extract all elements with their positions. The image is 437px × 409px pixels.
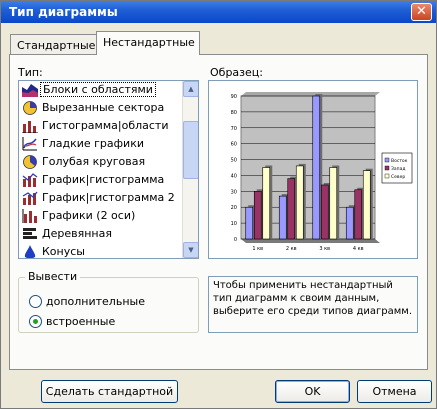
y-tick-label: 20 <box>231 205 237 211</box>
window-title: Тип диаграммы <box>9 5 118 19</box>
bar <box>320 184 329 240</box>
scroll-thumb[interactable] <box>183 121 198 179</box>
close-button[interactable]: ✕ <box>411 3 432 21</box>
sample-label: Образец: <box>210 66 263 79</box>
bar <box>362 170 371 240</box>
legend-label: Запад <box>391 166 405 172</box>
list-item-label: Гладкие графики <box>42 137 144 150</box>
list-item-line-column-2[interactable]: График|гистограмма 2 <box>20 189 182 206</box>
legend-swatch <box>384 165 390 171</box>
y-tick-label: 90 <box>231 94 237 100</box>
wooden-icon <box>23 228 37 239</box>
y-tick-label: 10 <box>231 221 237 227</box>
list-item-label: Гистограмма|области <box>42 119 169 132</box>
bar <box>295 165 304 240</box>
list-item-label: График|гистограмма 2 <box>42 191 175 204</box>
x-tick-label: 4 кв <box>353 246 364 252</box>
bar <box>253 191 262 240</box>
legend-label: Восток <box>391 158 408 164</box>
radio-embedded[interactable] <box>29 315 42 328</box>
scroll-up-button[interactable]: ▲ <box>183 81 198 97</box>
list-item-label: Блоки с областями <box>40 82 156 97</box>
list-item-cones[interactable]: Конусы <box>20 243 182 258</box>
y-tick-label: 80 <box>231 110 237 116</box>
bar <box>278 195 287 240</box>
column-area-icon <box>22 121 38 133</box>
list-item-blue-pie[interactable]: Голубая круговая <box>20 153 182 170</box>
list-item-area-blocks[interactable]: Блоки с областями <box>20 81 182 98</box>
legend-swatch <box>384 173 390 179</box>
tab-standard[interactable]: Стандартные <box>10 34 97 54</box>
plot-floor <box>241 239 380 243</box>
exploded-pie-icon <box>23 101 37 115</box>
list-item-label: Вырезанные сектора <box>42 101 165 114</box>
output-group-title: Вывести <box>25 270 81 283</box>
bar <box>312 95 321 240</box>
chart-type-dialog: Тип диаграммы ✕ Стандартные Нестандартны… <box>0 0 437 409</box>
bar <box>345 206 354 240</box>
radio-embedded-label[interactable]: встроенные <box>46 315 115 328</box>
plot-top-wall <box>241 92 380 96</box>
list-item-smooth-lines[interactable]: Гладкие графики <box>20 135 182 152</box>
radio-separate[interactable] <box>29 295 42 308</box>
bar <box>245 206 254 240</box>
y-tick-label: 50 <box>231 158 237 164</box>
title-bar[interactable]: Тип диаграммы ✕ <box>1 1 436 23</box>
radio-separate-label[interactable]: дополнительные <box>46 295 145 308</box>
make-default-button[interactable]: Сделать стандартной <box>41 380 178 403</box>
line-column-icon <box>22 173 38 187</box>
bar <box>262 167 271 240</box>
bar <box>354 189 363 240</box>
area-blocks-icon <box>22 84 38 97</box>
description-text: Чтобы применить нестандартный тип диагра… <box>208 276 418 333</box>
type-label: Тип: <box>18 66 43 79</box>
blue-pie-icon <box>23 155 37 169</box>
list-item-two-axes[interactable]: Графики (2 оси) <box>20 207 182 224</box>
list-scrollbar[interactable]: ▲ ▼ <box>182 81 198 258</box>
y-tick-label: 60 <box>231 142 237 148</box>
legend-swatch <box>384 157 390 163</box>
chart-type-list[interactable]: Блоки с областями Вырезанные сектора Гис… <box>18 80 199 259</box>
list-item-column-area[interactable]: Гистограмма|области <box>20 117 182 134</box>
y-tick-label: 40 <box>231 173 237 179</box>
cones-icon <box>24 245 36 258</box>
bar <box>329 167 338 240</box>
sample-chart: 0 10 20 30 40 50 60 70 80 90 1 кв 2 кв 3 кв 4 кв Восто… <box>231 92 413 252</box>
x-tick-label: 1 кв <box>252 246 263 252</box>
y-tick-label: 70 <box>231 126 237 132</box>
list-item-label: Конусы <box>42 245 85 258</box>
list-item-exploded-pie[interactable]: Вырезанные сектора <box>20 99 182 116</box>
list-item-label: Голубая круговая <box>42 155 146 168</box>
line-column-2-icon <box>22 191 38 205</box>
bar <box>287 178 296 240</box>
y-tick-label: 30 <box>231 189 237 195</box>
ok-button[interactable]: OK <box>275 380 350 403</box>
x-tick-label: 2 кв <box>286 246 297 252</box>
y-tick-label: 0 <box>234 237 237 243</box>
x-tick-label: 3 кв <box>319 246 330 252</box>
list-item-label: Графики (2 оси) <box>42 209 136 222</box>
list-item-label: Деревянная <box>42 227 112 240</box>
sample-preview: 0 10 20 30 40 50 60 70 80 90 1 кв 2 кв 3 кв 4 кв Восто… <box>208 80 418 259</box>
tab-custom[interactable]: Нестандартные <box>96 31 200 55</box>
scroll-down-button[interactable]: ▼ <box>183 242 198 258</box>
lines-two-axes-icon <box>22 209 37 223</box>
list-item-label: График|гистограмма <box>42 173 165 186</box>
legend-label: Север <box>391 174 405 180</box>
list-item-wooden[interactable]: Деревянная <box>20 225 182 242</box>
smooth-line-icon <box>22 137 37 151</box>
radio-checked-dot <box>33 319 38 324</box>
list-item-line-column[interactable]: График|гистограмма <box>20 171 182 188</box>
cancel-button[interactable]: Отмена <box>357 380 432 403</box>
